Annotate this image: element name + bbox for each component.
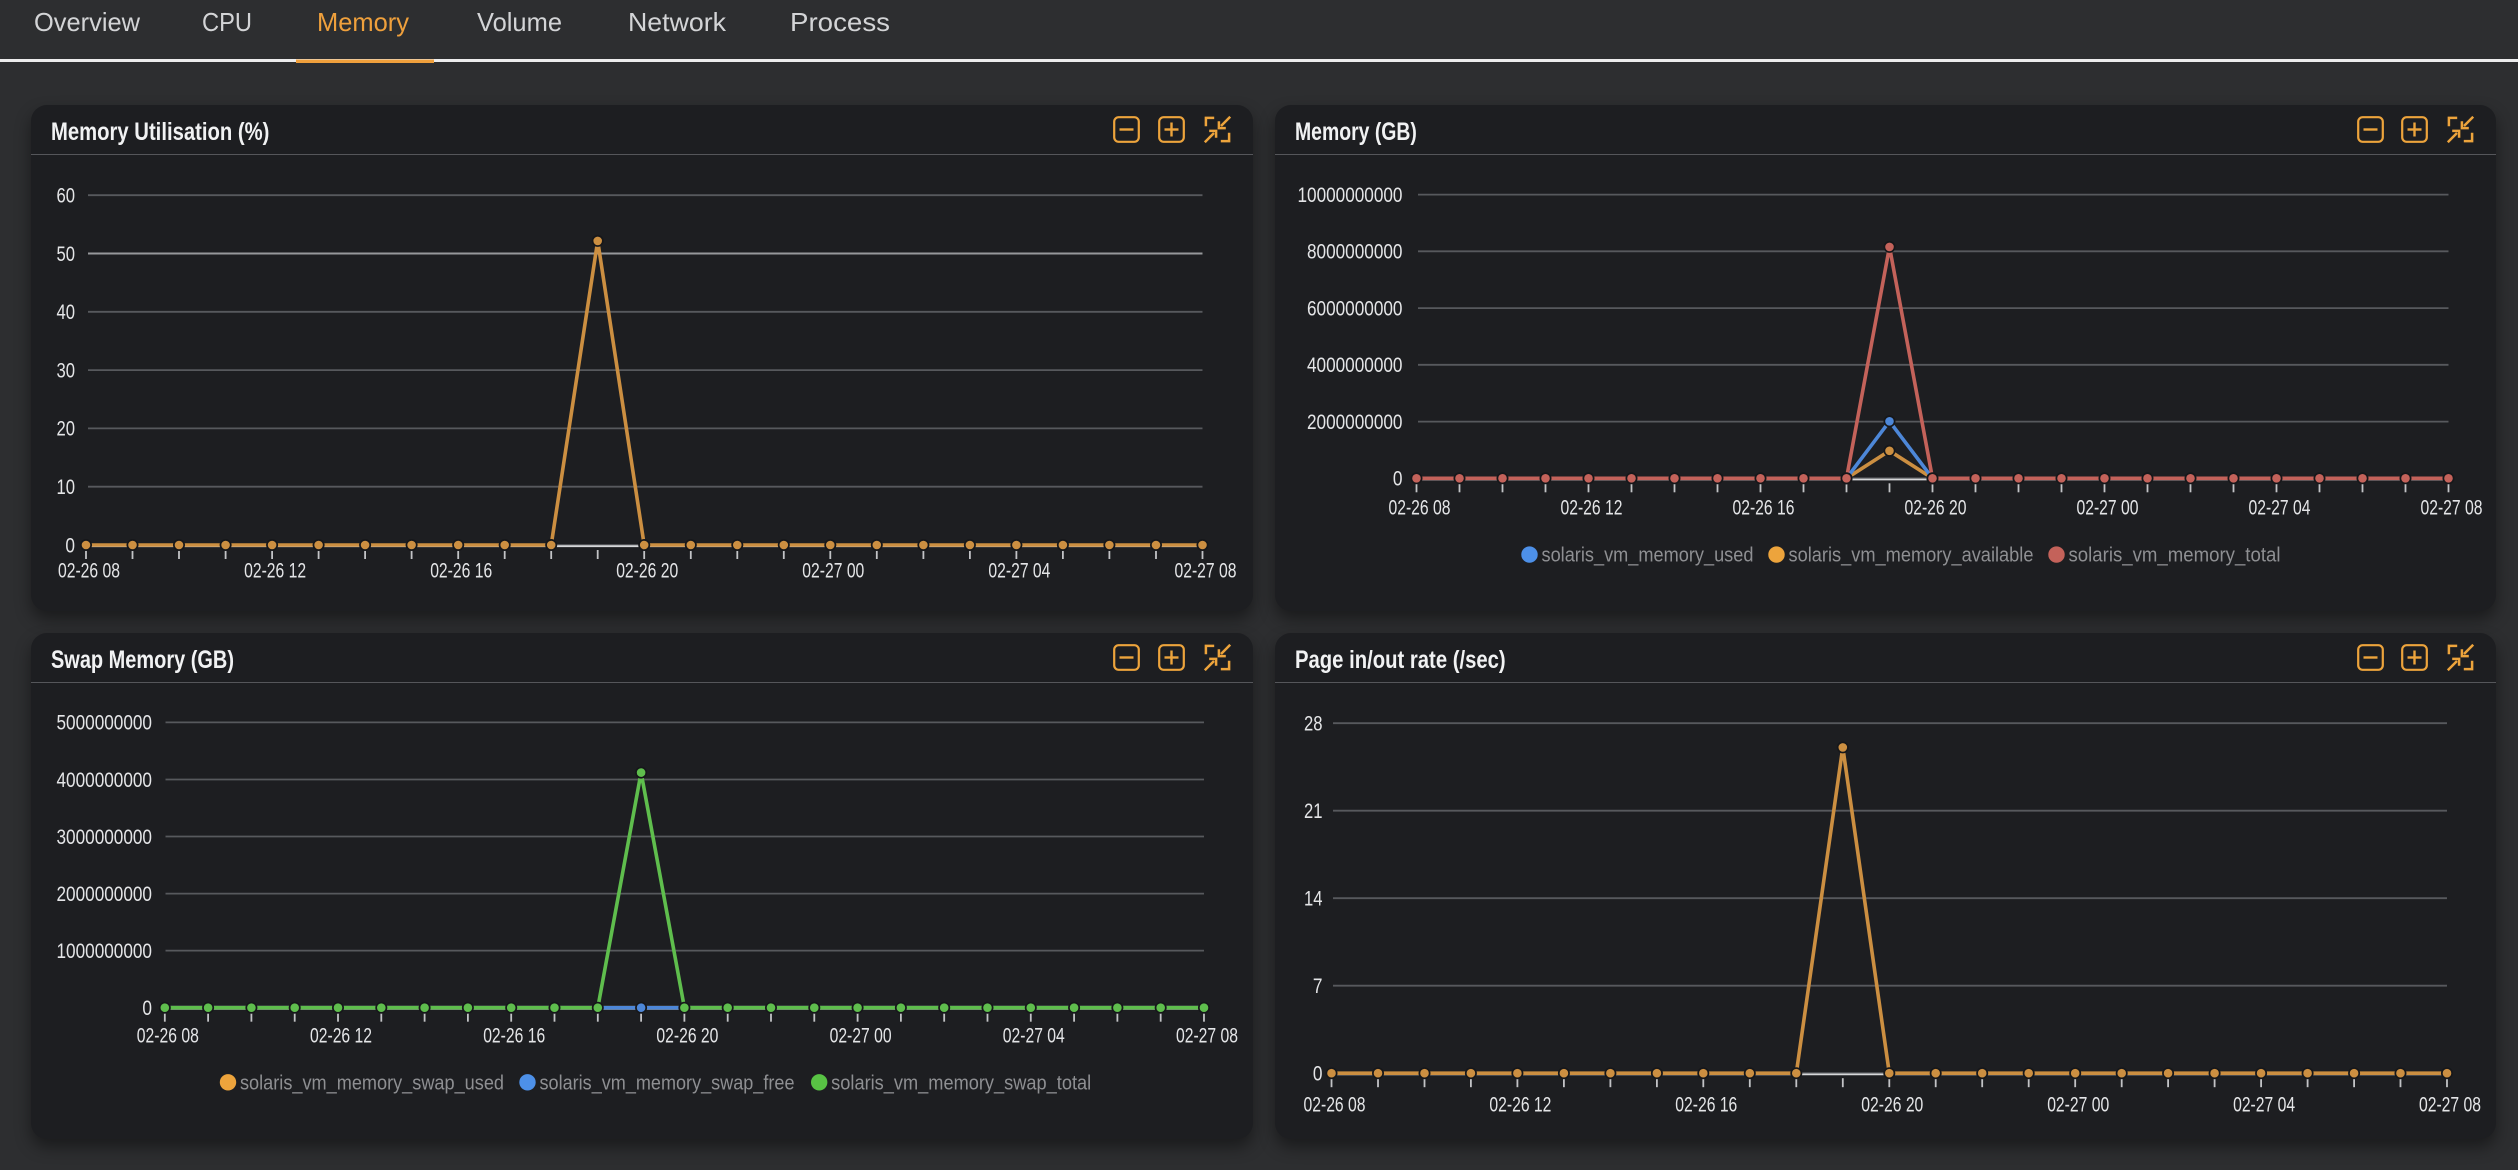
svg-text:02-27 00: 02-27 00 bbox=[830, 1025, 892, 1048]
svg-text:5000000000: 5000000000 bbox=[57, 712, 152, 735]
svg-text:1000000000: 1000000000 bbox=[57, 940, 152, 963]
svg-text:02-26 20: 02-26 20 bbox=[1861, 1094, 1923, 1117]
svg-text:40: 40 bbox=[56, 301, 74, 324]
svg-text:Memory: Memory bbox=[317, 7, 409, 37]
svg-text:02-26 08: 02-26 08 bbox=[137, 1025, 199, 1048]
svg-text:02-27 04: 02-27 04 bbox=[2248, 496, 2310, 519]
svg-text:02-26 12: 02-26 12 bbox=[310, 1025, 372, 1048]
svg-text:02-26 12: 02-26 12 bbox=[1489, 1094, 1551, 1117]
svg-text:0: 0 bbox=[1392, 468, 1402, 491]
svg-text:0: 0 bbox=[1312, 1063, 1322, 1086]
svg-text:Memory Utilisation (%): Memory Utilisation (%) bbox=[51, 118, 269, 146]
svg-text:50: 50 bbox=[56, 243, 74, 266]
svg-text:Volume: Volume bbox=[477, 7, 562, 37]
svg-text:02-27 08: 02-27 08 bbox=[1176, 1025, 1238, 1048]
svg-text:4000000000: 4000000000 bbox=[1306, 354, 1401, 377]
svg-text:4000000000: 4000000000 bbox=[57, 769, 152, 792]
svg-text:02-27 08: 02-27 08 bbox=[2418, 1094, 2480, 1117]
svg-text:02-26 16: 02-26 16 bbox=[483, 1025, 545, 1048]
svg-text:28: 28 bbox=[1304, 713, 1322, 736]
svg-text:2000000000: 2000000000 bbox=[57, 883, 152, 906]
svg-text:02-26 08: 02-26 08 bbox=[58, 559, 120, 582]
svg-text:2000000000: 2000000000 bbox=[1306, 411, 1401, 434]
svg-text:Memory (GB): Memory (GB) bbox=[1295, 118, 1417, 146]
svg-text:0: 0 bbox=[65, 534, 75, 557]
svg-text:02-26 20: 02-26 20 bbox=[616, 559, 678, 582]
svg-text:02-27 08: 02-27 08 bbox=[1174, 559, 1236, 582]
svg-text:02-27 00: 02-27 00 bbox=[2076, 496, 2138, 519]
svg-text:02-26 20: 02-26 20 bbox=[1904, 496, 1966, 519]
svg-text:solaris_vm_memory_total: solaris_vm_memory_total bbox=[2068, 545, 2280, 567]
svg-text:02-26 16: 02-26 16 bbox=[1675, 1094, 1737, 1117]
svg-text:solaris_vm_memory_available: solaris_vm_memory_available bbox=[1788, 545, 2033, 567]
svg-text:02-27 04: 02-27 04 bbox=[1003, 1025, 1065, 1048]
svg-text:solaris_vm_memory_swap_total: solaris_vm_memory_swap_total bbox=[831, 1072, 1091, 1094]
svg-text:CPU: CPU bbox=[202, 7, 252, 37]
svg-text:Swap Memory (GB): Swap Memory (GB) bbox=[51, 646, 234, 674]
svg-text:10: 10 bbox=[56, 476, 74, 499]
svg-text:02-27 00: 02-27 00 bbox=[2047, 1094, 2109, 1117]
svg-text:Page in/out rate (/sec): Page in/out rate (/sec) bbox=[1295, 646, 1506, 674]
svg-text:02-26 12: 02-26 12 bbox=[1560, 496, 1622, 519]
svg-text:6000000000: 6000000000 bbox=[1306, 297, 1401, 320]
svg-text:02-27 00: 02-27 00 bbox=[802, 559, 864, 582]
svg-text:02-27 08: 02-27 08 bbox=[2420, 496, 2482, 519]
svg-text:02-26 08: 02-26 08 bbox=[1388, 496, 1450, 519]
svg-text:02-27 04: 02-27 04 bbox=[2233, 1094, 2295, 1117]
svg-text:02-26 08: 02-26 08 bbox=[1303, 1094, 1365, 1117]
svg-text:solaris_vm_memory_used: solaris_vm_memory_used bbox=[1541, 545, 1753, 567]
svg-text:solaris_vm_memory_swap_free: solaris_vm_memory_swap_free bbox=[539, 1072, 794, 1094]
svg-text:solaris_vm_memory_swap_used: solaris_vm_memory_swap_used bbox=[240, 1072, 504, 1094]
svg-text:60: 60 bbox=[56, 185, 74, 208]
svg-text:21: 21 bbox=[1304, 800, 1322, 823]
svg-text:Process: Process bbox=[790, 7, 890, 37]
svg-text:10000000000: 10000000000 bbox=[1297, 184, 1402, 207]
svg-text:02-26 12: 02-26 12 bbox=[244, 559, 306, 582]
svg-text:14: 14 bbox=[1304, 888, 1323, 911]
svg-text:0: 0 bbox=[142, 997, 152, 1020]
svg-text:Overview: Overview bbox=[34, 7, 140, 37]
svg-text:02-26 20: 02-26 20 bbox=[656, 1025, 718, 1048]
svg-text:30: 30 bbox=[56, 359, 74, 382]
svg-text:02-27 04: 02-27 04 bbox=[988, 559, 1050, 582]
svg-text:02-26 16: 02-26 16 bbox=[1732, 496, 1794, 519]
svg-text:02-26 16: 02-26 16 bbox=[430, 559, 492, 582]
svg-text:3000000000: 3000000000 bbox=[57, 826, 152, 849]
svg-text:8000000000: 8000000000 bbox=[1306, 241, 1401, 264]
svg-text:Network: Network bbox=[628, 7, 727, 37]
svg-text:20: 20 bbox=[56, 418, 74, 441]
svg-text:7: 7 bbox=[1312, 975, 1322, 998]
